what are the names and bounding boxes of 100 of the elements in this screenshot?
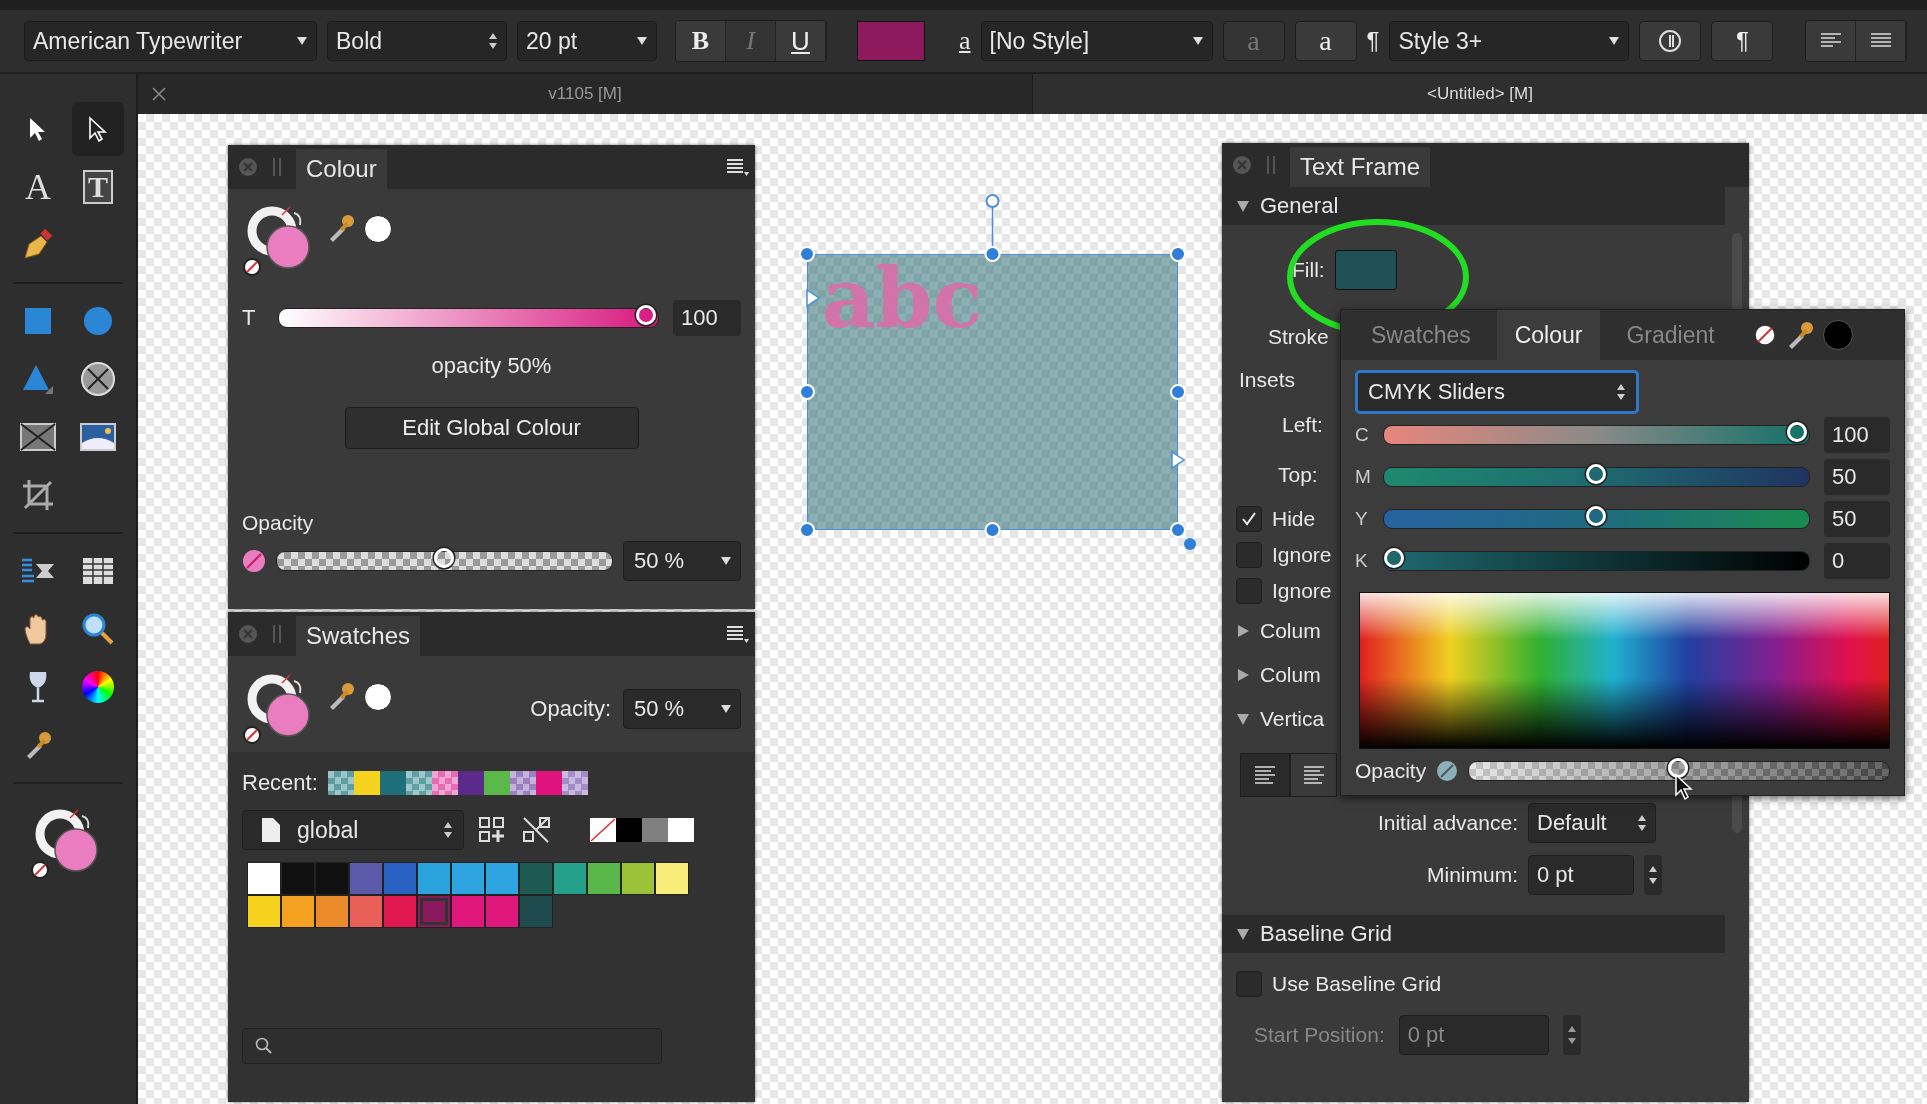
- palette-dropdown[interactable]: global: [242, 810, 464, 850]
- slider-thumb[interactable]: [1585, 506, 1606, 526]
- slider-thumb[interactable]: [1787, 422, 1807, 442]
- minimum-field[interactable]: 0 pt: [1528, 855, 1634, 895]
- font-weight-dropdown[interactable]: Bold: [327, 21, 507, 61]
- disclosure-triangle-icon[interactable]: [1236, 927, 1250, 941]
- colour-swatch[interactable]: [383, 895, 417, 928]
- character-button[interactable]: a: [1294, 21, 1357, 61]
- recent-swatch[interactable]: [483, 771, 510, 795]
- selection-handles-drawing[interactable]: [798, 194, 1198, 552]
- grip-icon[interactable]: [272, 625, 282, 643]
- checkbox[interactable]: [1236, 542, 1262, 568]
- recent-swatch[interactable]: [431, 771, 458, 795]
- colour-swatch[interactable]: [417, 862, 451, 895]
- opacity-dropdown[interactable]: 50 %: [623, 689, 741, 729]
- paragraph-button[interactable]: ¶: [1711, 21, 1774, 61]
- minimum-stepper[interactable]: [1644, 855, 1662, 895]
- colour-swatch[interactable]: [315, 862, 349, 895]
- font-family-dropdown[interactable]: American Typewriter: [24, 21, 317, 61]
- grip-icon[interactable]: [1266, 156, 1276, 174]
- paragraph-style-dropdown[interactable]: Style 3+: [1389, 21, 1630, 61]
- recent-swatch[interactable]: [561, 771, 588, 795]
- current-colour-dot[interactable]: [1822, 320, 1853, 350]
- align-left-button[interactable]: [1806, 21, 1857, 61]
- colour-spectrum[interactable]: [1359, 592, 1890, 749]
- colour-swatch[interactable]: [451, 895, 485, 928]
- colour-swatch[interactable]: [349, 862, 383, 895]
- slider-thumb[interactable]: [1384, 548, 1404, 568]
- colour-swatch[interactable]: [519, 895, 553, 928]
- colour-swatch[interactable]: [383, 862, 417, 895]
- recent-swatch[interactable]: [457, 771, 484, 795]
- colour-swatch[interactable]: [451, 862, 485, 895]
- disclosure-triangle-icon[interactable]: [1236, 624, 1250, 638]
- scissors-swatch-icon[interactable]: [522, 816, 552, 844]
- menu-icon[interactable]: [725, 157, 749, 177]
- menu-icon[interactable]: [725, 624, 749, 644]
- none-swatch[interactable]: [590, 818, 616, 842]
- document-tab[interactable]: <Untitled> [M]: [1032, 74, 1927, 114]
- section-title[interactable]: Baseline Grid: [1260, 921, 1393, 947]
- none-dot-icon[interactable]: [242, 549, 266, 573]
- colour-swatch[interactable]: [621, 862, 655, 895]
- font-size-dropdown[interactable]: 20 pt: [517, 21, 657, 61]
- tool-button[interactable]: A: [12, 160, 64, 214]
- edit-global-colour-button[interactable]: Edit Global Colour: [344, 407, 639, 449]
- colour-swatch[interactable]: [315, 895, 349, 928]
- colour-swatch[interactable]: [485, 895, 519, 928]
- search-field[interactable]: [242, 1028, 662, 1064]
- colour-mode-dropdown[interactable]: CMYK Sliders: [1355, 370, 1639, 414]
- panel-title[interactable]: Text Frame: [1290, 147, 1431, 187]
- align-button[interactable]: [1290, 753, 1337, 797]
- recent-swatch[interactable]: [353, 771, 380, 795]
- slider-thumb[interactable]: [636, 305, 656, 325]
- none-dot-icon[interactable]: [1436, 760, 1459, 782]
- popover-tab[interactable]: Gradient: [1608, 310, 1733, 360]
- text-format-button[interactable]: U: [776, 21, 826, 61]
- recent-swatch[interactable]: [405, 771, 432, 795]
- none-colour-icon[interactable]: [1752, 323, 1777, 347]
- opacity-dropdown[interactable]: 50 %: [623, 541, 741, 581]
- colour-swatch[interactable]: [281, 895, 315, 928]
- paragraph-reset-button[interactable]: [1639, 21, 1702, 61]
- recent-swatch[interactable]: [379, 771, 406, 795]
- slider-thumb[interactable]: [433, 548, 454, 568]
- section-title[interactable]: General: [1260, 193, 1339, 219]
- disclosure-triangle-icon[interactable]: [1236, 199, 1250, 213]
- popover-tab[interactable]: Swatches: [1353, 310, 1489, 360]
- tool-button[interactable]: [72, 102, 124, 156]
- colour-swatch[interactable]: [281, 862, 315, 895]
- colour-swatch[interactable]: [655, 862, 689, 895]
- colour-swatch[interactable]: [417, 895, 451, 928]
- channel-value-field[interactable]: 50: [1824, 501, 1890, 537]
- initial-advance-dropdown[interactable]: Default: [1528, 803, 1656, 843]
- channel-value-field[interactable]: 50: [1824, 459, 1890, 495]
- checkbox[interactable]: [1236, 971, 1262, 997]
- fill-colour-swatch[interactable]: [1334, 250, 1397, 290]
- recent-swatch[interactable]: [535, 771, 562, 795]
- panel-title[interactable]: Colour: [296, 149, 387, 189]
- section-title[interactable]: Colum: [1260, 663, 1321, 687]
- disclosure-triangle-icon[interactable]: [1236, 712, 1250, 726]
- recent-swatch[interactable]: [327, 771, 354, 795]
- text-colour-swatch[interactable]: [857, 21, 925, 61]
- disclosure-triangle-icon[interactable]: [1236, 668, 1250, 682]
- recent-swatch[interactable]: [509, 771, 536, 795]
- slider-thumb[interactable]: [1585, 464, 1606, 484]
- colour-swatch[interactable]: [247, 895, 281, 928]
- justify-button[interactable]: [1856, 21, 1907, 61]
- colour-swatch[interactable]: [587, 862, 621, 895]
- colour-swatch[interactable]: [519, 862, 553, 895]
- close-icon[interactable]: [151, 86, 167, 102]
- checkbox[interactable]: [1236, 506, 1262, 532]
- quick-swatch[interactable]: [642, 818, 668, 842]
- tool-button[interactable]: T: [72, 160, 124, 214]
- colour-swatch[interactable]: [247, 862, 281, 895]
- text-format-button[interactable]: B: [676, 21, 726, 61]
- character-style-dropdown[interactable]: [No Style]: [980, 21, 1213, 61]
- section-title[interactable]: Vertica: [1260, 707, 1325, 731]
- colour-swatch[interactable]: [553, 862, 587, 895]
- colour-swatch[interactable]: [485, 862, 519, 895]
- quick-swatch[interactable]: [668, 818, 694, 842]
- colour-dot[interactable]: [364, 683, 392, 711]
- panel-title[interactable]: Swatches: [296, 616, 421, 656]
